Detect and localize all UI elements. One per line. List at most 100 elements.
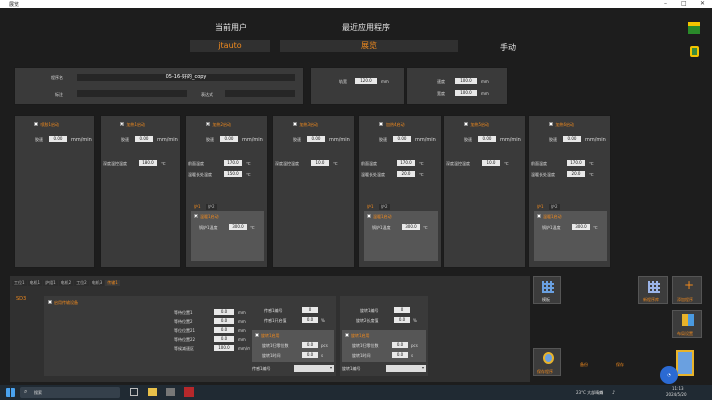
status-flag-icon: [688, 22, 700, 34]
maximize-icon[interactable]: □: [681, 0, 687, 7]
bottom-tab[interactable]: 电机3: [89, 280, 105, 286]
exit-icon[interactable]: [676, 350, 694, 376]
table-icon: [648, 281, 660, 293]
zone-speed-input[interactable]: 0.00: [393, 136, 411, 142]
length-input[interactable]: 120.0: [355, 78, 377, 84]
zone-temp2-input[interactable]: 20.0: [397, 171, 415, 177]
bottom-tab[interactable]: 工位2: [74, 280, 89, 286]
rotation-time-input[interactable]: 0.0: [302, 352, 318, 358]
zone-speed-unit: mm/min: [500, 137, 521, 143]
length-panel: 轨宽 120.0 mm: [310, 67, 405, 105]
zone-enable-checkbox[interactable]: ✓: [205, 122, 210, 127]
position-field-input[interactable]: 0.0: [214, 336, 234, 342]
rotation-enable-checkbox[interactable]: [255, 333, 259, 337]
heater-enable-checkbox[interactable]: [537, 214, 541, 218]
rotation-zero-input[interactable]: 0.0: [302, 342, 318, 348]
windows-start-icon[interactable]: [6, 388, 15, 397]
zone-speed-input[interactable]: 0.00: [307, 136, 325, 142]
rotation2-time-input[interactable]: 0.0: [392, 352, 408, 358]
heater-tab[interactable]: 炉1: [535, 204, 546, 210]
recent-program-value: 展览: [280, 40, 458, 52]
assistant-bubble-icon[interactable]: ◔: [660, 366, 678, 384]
zone-speed-input[interactable]: 0.00: [478, 136, 496, 142]
active-app-icon[interactable]: [184, 387, 194, 397]
heater-enable-checkbox[interactable]: [367, 214, 371, 218]
device-icon[interactable]: [690, 46, 699, 57]
width-input[interactable]: 100.0: [455, 90, 477, 96]
zone-temp2-input[interactable]: 20.0: [567, 171, 585, 177]
bottom-tab[interactable]: 炉组1: [43, 280, 58, 286]
position-field-input[interactable]: 0.0: [214, 309, 234, 315]
sensor-number-input[interactable]: 0: [302, 307, 318, 313]
zone-enable-checkbox[interactable]: [463, 122, 468, 126]
position-field-input[interactable]: 0.0: [214, 318, 234, 324]
save-program-button[interactable]: 保存程序: [533, 348, 561, 376]
volume-icon[interactable]: ♪: [612, 390, 615, 396]
zone-temp-input[interactable]: 10.0: [482, 160, 500, 166]
position-field-input[interactable]: 100.0: [214, 345, 234, 351]
heater-temp-input[interactable]: 300.0: [572, 224, 590, 230]
minimize-icon[interactable]: –: [664, 0, 667, 7]
position-field-unit: mm: [238, 337, 246, 342]
program-name-input[interactable]: 05-16-好的_copy: [77, 74, 295, 81]
heater-temp-input[interactable]: 300.0: [402, 224, 420, 230]
zone-enable-checkbox[interactable]: [292, 122, 297, 126]
zone-enable-checkbox[interactable]: [548, 122, 553, 126]
file-explorer-icon[interactable]: [148, 388, 157, 396]
zone-temp-input[interactable]: 170.0: [224, 160, 242, 166]
bottom-tab[interactable]: 电机2: [58, 280, 74, 286]
zone-temp-input[interactable]: 170.0: [397, 160, 415, 166]
add-program-label: 添加程序: [677, 297, 693, 302]
heater-tab[interactable]: 炉2: [206, 204, 217, 210]
network-icon[interactable]: ⌂: [600, 390, 603, 396]
rotation2-enable-checkbox[interactable]: [345, 333, 349, 337]
zone-temp-input[interactable]: 10.0: [311, 160, 329, 166]
expression-input[interactable]: [225, 90, 295, 97]
task-view-icon[interactable]: [130, 388, 138, 396]
zone-speed-input[interactable]: 0.00: [135, 136, 153, 142]
speed-input[interactable]: 100.0: [455, 78, 477, 84]
template-button-label: 模板: [542, 297, 550, 302]
heater-tab[interactable]: 炉1: [192, 204, 203, 210]
transport-left-panel: 启用传输设备 等待位置1 0.0 mm 等待位置2 0.0 mm 等位位置21 0.0 mm 等待…: [44, 296, 254, 376]
sensor-select[interactable]: ▾: [294, 365, 334, 372]
zone-temp-input[interactable]: 170.0: [567, 160, 585, 166]
heater-tab[interactable]: 炉2: [379, 204, 390, 210]
zone-speed-unit: mm/min: [242, 137, 263, 143]
zone-temp2-input[interactable]: 150.0: [224, 171, 242, 177]
zone-temp-input[interactable]: 180.0: [139, 160, 157, 166]
heater-temp-input[interactable]: 300.0: [229, 224, 247, 230]
rotation-box: 旋转1启用 旋转1归零位数 0.0 pcs 旋转1时间 0.0 s: [342, 330, 426, 362]
zone-enable-checkbox[interactable]: [33, 122, 38, 126]
zone-speed-input[interactable]: 0.00: [220, 136, 238, 142]
close-icon[interactable]: ✕: [700, 0, 705, 7]
heater-enable-checkbox[interactable]: ✓: [194, 214, 198, 219]
zone-enable-checkbox[interactable]: [379, 122, 383, 126]
zone-speed-input[interactable]: 0.00: [563, 136, 581, 142]
heater-tab[interactable]: 炉2: [549, 204, 560, 210]
heater-tab[interactable]: 炉1: [365, 204, 376, 210]
position-field-input[interactable]: 0.0: [214, 327, 234, 333]
new-program-button[interactable]: 新程序库: [638, 276, 668, 304]
rotation-number-input[interactable]: 0: [394, 307, 410, 313]
zone-enable-checkbox[interactable]: ✓: [119, 122, 124, 127]
note-input[interactable]: [77, 90, 187, 97]
rotation-length-input[interactable]: 0.0: [394, 317, 410, 323]
layout-settings-button[interactable]: 布局设置: [672, 310, 702, 338]
zone-temp2-unit: ℃: [589, 172, 594, 177]
app-icon[interactable]: [166, 388, 175, 396]
enable-transport-checkbox[interactable]: [48, 300, 52, 304]
add-program-button[interactable]: + 添加程序: [672, 276, 702, 304]
bottom-tab[interactable]: 工位1: [12, 280, 27, 286]
template-button[interactable]: 模板: [533, 276, 561, 304]
zone-speed-label: 胶速: [464, 137, 472, 142]
taskbar-search-box[interactable]: ⌕ 搜索: [20, 387, 120, 398]
bottom-tab[interactable]: 传输1: [105, 280, 120, 286]
zone-speed-input[interactable]: 0.00: [49, 136, 67, 142]
rotation2-zero-input[interactable]: 0.0: [392, 342, 408, 348]
save-button[interactable]: 保存: [616, 362, 624, 368]
sensor-open-input[interactable]: 0.0: [302, 317, 318, 323]
bottom-tab[interactable]: 电机1: [27, 280, 43, 286]
rotation-select[interactable]: ▾: [386, 365, 426, 372]
backup-button[interactable]: 备份: [580, 362, 588, 368]
